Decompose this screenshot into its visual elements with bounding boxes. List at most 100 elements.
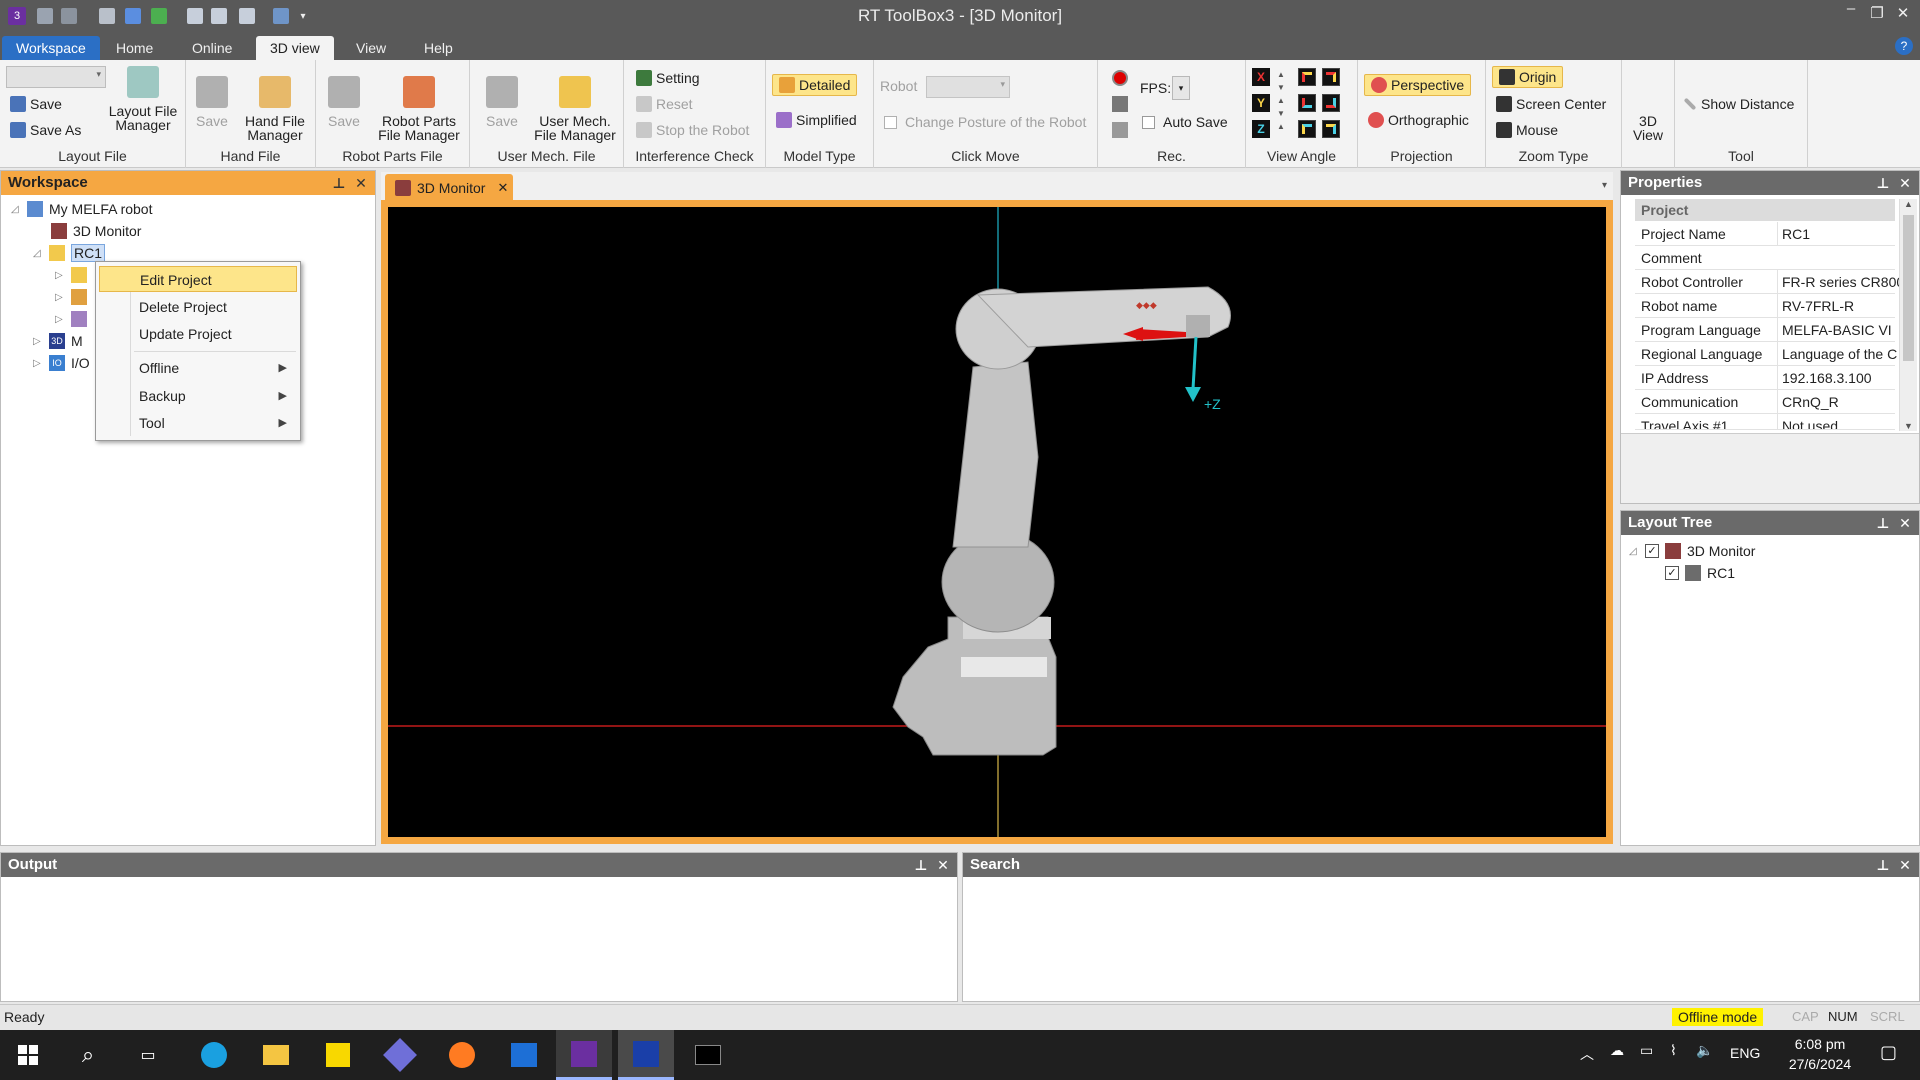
user-mech-save-button[interactable]: Save: [482, 76, 522, 128]
scroll-thumb[interactable]: [1903, 215, 1914, 361]
checkbox-checked-icon[interactable]: ✓: [1645, 544, 1659, 558]
onedrive-icon[interactable]: ☁: [1610, 1042, 1624, 1059]
layout-select[interactable]: ▾: [6, 66, 106, 88]
orthographic-button[interactable]: Orthographic: [1368, 112, 1469, 128]
menu-item-tool[interactable]: Tool ▶: [99, 410, 297, 436]
close-icon[interactable]: ✕: [1890, 4, 1916, 26]
properties-scrollbar[interactable]: ▲ ▼: [1899, 199, 1917, 431]
prop-row-program-language[interactable]: Program Language MELFA-BASIC VI: [1635, 318, 1895, 342]
tab-3d-monitor[interactable]: 3D Monitor ✕: [385, 174, 513, 202]
tab-workspace[interactable]: Workspace: [2, 36, 100, 60]
zoom-origin-button[interactable]: Origin: [1492, 66, 1564, 88]
prop-row-communication[interactable]: Communication CRnQ_R: [1635, 390, 1895, 414]
minimize-icon[interactable]: –: [1838, 0, 1864, 22]
pin-icon[interactable]: ⊥: [1873, 511, 1893, 535]
pause-record-icon[interactable]: [1112, 122, 1128, 138]
scroll-up-icon[interactable]: ▲: [1900, 199, 1917, 209]
user-mech-file-manager-button[interactable]: User Mech. File Manager: [530, 76, 620, 142]
expand-icon[interactable]: ▷: [55, 270, 65, 281]
pin-icon[interactable]: ⊥: [911, 853, 931, 877]
expand-icon[interactable]: ▷: [33, 358, 43, 369]
prop-row-ip-address[interactable]: IP Address 192.168.3.100: [1635, 366, 1895, 390]
view-iso-2-icon[interactable]: [1322, 68, 1340, 86]
scroll-down-icon[interactable]: ▼: [1900, 421, 1917, 431]
view-iso-6-icon[interactable]: [1322, 120, 1340, 138]
expand-icon[interactable]: ▷: [55, 314, 65, 325]
firefox-icon[interactable]: [434, 1030, 490, 1080]
view-angle-spinners[interactable]: ▲ ▼ ▲ ▼ ▲: [1274, 68, 1288, 138]
pin-icon[interactable]: ⊥: [329, 171, 349, 195]
close-panel-icon[interactable]: ✕: [1895, 511, 1915, 535]
stop-the-robot-button[interactable]: Stop the Robot: [636, 122, 749, 138]
restore-icon[interactable]: ❐: [1864, 4, 1890, 26]
outlook-icon[interactable]: [496, 1030, 552, 1080]
notification-icon[interactable]: ▢: [1880, 1042, 1897, 1063]
prop-row-project-name[interactable]: Project Name RC1: [1635, 222, 1895, 246]
layout-tree-rc1[interactable]: ✓ RC1: [1665, 563, 1735, 583]
wifi-icon[interactable]: ⌇: [1670, 1042, 1677, 1059]
prop-row-robot-name[interactable]: Robot name RV-7FRL-R: [1635, 294, 1895, 318]
close-panel-icon[interactable]: ✕: [1895, 853, 1915, 877]
model-simplified-button[interactable]: Simplified: [776, 112, 857, 128]
layout-save-button[interactable]: Save: [10, 96, 62, 112]
view-iso-1-icon[interactable]: [1298, 68, 1316, 86]
stop-record-icon[interactable]: [1112, 96, 1128, 112]
collapse-icon[interactable]: ◿: [11, 204, 21, 215]
menu-item-delete-project[interactable]: Delete Project: [99, 294, 297, 320]
tab-view[interactable]: View: [342, 36, 400, 60]
tray-chevron-icon[interactable]: ︿: [1580, 1044, 1594, 1064]
tree-rc1[interactable]: ◿ RC1: [33, 243, 106, 263]
auto-save-checkbox[interactable]: Auto Save: [1142, 114, 1228, 130]
close-panel-icon[interactable]: ✕: [351, 171, 371, 195]
expand-icon[interactable]: ▷: [33, 336, 43, 347]
expand-icon[interactable]: ▷: [55, 292, 65, 303]
change-posture-checkbox[interactable]: Change Posture of the Robot: [884, 114, 1086, 130]
view-y-button[interactable]: Y: [1252, 94, 1270, 112]
collapse-icon[interactable]: ◿: [33, 248, 43, 259]
clock-time[interactable]: 6:08 pm: [1780, 1036, 1860, 1052]
file-explorer-icon[interactable]: [248, 1030, 304, 1080]
show-distance-button[interactable]: Show Distance: [1683, 96, 1794, 112]
close-tab-icon[interactable]: ✕: [497, 180, 508, 196]
parts-save-button[interactable]: Save: [324, 76, 364, 128]
terminal-icon[interactable]: [680, 1030, 736, 1080]
layout-save-as-button[interactable]: Save As: [10, 122, 81, 138]
interference-reset-button[interactable]: Reset: [636, 96, 693, 112]
robot-select[interactable]: ▾: [926, 76, 1010, 98]
tree-child-3[interactable]: ▷: [55, 309, 87, 329]
menu-item-edit-project[interactable]: Edit Project: [99, 266, 297, 292]
prop-row-comment[interactable]: Comment: [1635, 246, 1895, 270]
menu-item-backup[interactable]: Backup ▶: [99, 383, 297, 409]
view-z-button[interactable]: Z: [1252, 120, 1270, 138]
battery-icon[interactable]: ▭: [1640, 1042, 1653, 1059]
prop-row-robot-controller[interactable]: Robot Controller FR-R series CR800-: [1635, 270, 1901, 294]
tab-home[interactable]: Home: [102, 36, 167, 60]
layout-file-manager-button[interactable]: Layout File Manager: [104, 66, 182, 132]
pin-icon[interactable]: ⊥: [1873, 171, 1893, 195]
model-detailed-button[interactable]: Detailed: [772, 74, 858, 96]
tree-3d-monitor[interactable]: 3D Monitor: [51, 221, 141, 241]
tree-child-2[interactable]: ▷: [55, 287, 87, 307]
tab-help[interactable]: Help: [410, 36, 467, 60]
rt-toolbox-taskbar-icon[interactable]: [556, 1030, 612, 1080]
view-iso-3-icon[interactable]: [1298, 94, 1316, 112]
tab-online[interactable]: Online: [178, 36, 246, 60]
tab-list-dropdown-icon[interactable]: ▾: [1602, 180, 1607, 191]
start-icon[interactable]: [0, 1030, 56, 1080]
help-icon[interactable]: ?: [1895, 37, 1913, 55]
zoom-mouse-button[interactable]: Mouse: [1496, 122, 1558, 138]
layout-tree-root[interactable]: ◿ ✓ 3D Monitor: [1629, 541, 1755, 561]
interference-setting-button[interactable]: Setting: [636, 70, 700, 86]
close-panel-icon[interactable]: ✕: [933, 853, 953, 877]
tree-item-io[interactable]: ▷ IO I/O: [33, 353, 90, 373]
menu-item-update-project[interactable]: Update Project: [99, 321, 297, 347]
tree-root[interactable]: ◿ My MELFA robot: [11, 199, 152, 219]
pin-icon[interactable]: ⊥: [1873, 853, 1893, 877]
robot-parts-file-manager-button[interactable]: Robot Parts File Manager: [372, 76, 466, 142]
tree-item-m[interactable]: ▷ 3D M: [33, 331, 83, 351]
view-iso-4-icon[interactable]: [1322, 94, 1340, 112]
close-panel-icon[interactable]: ✕: [1895, 171, 1915, 195]
language-indicator[interactable]: ENG: [1730, 1045, 1760, 1061]
zoom-screen-center-button[interactable]: Screen Center: [1496, 96, 1606, 112]
volume-icon[interactable]: 🔈: [1696, 1042, 1713, 1059]
